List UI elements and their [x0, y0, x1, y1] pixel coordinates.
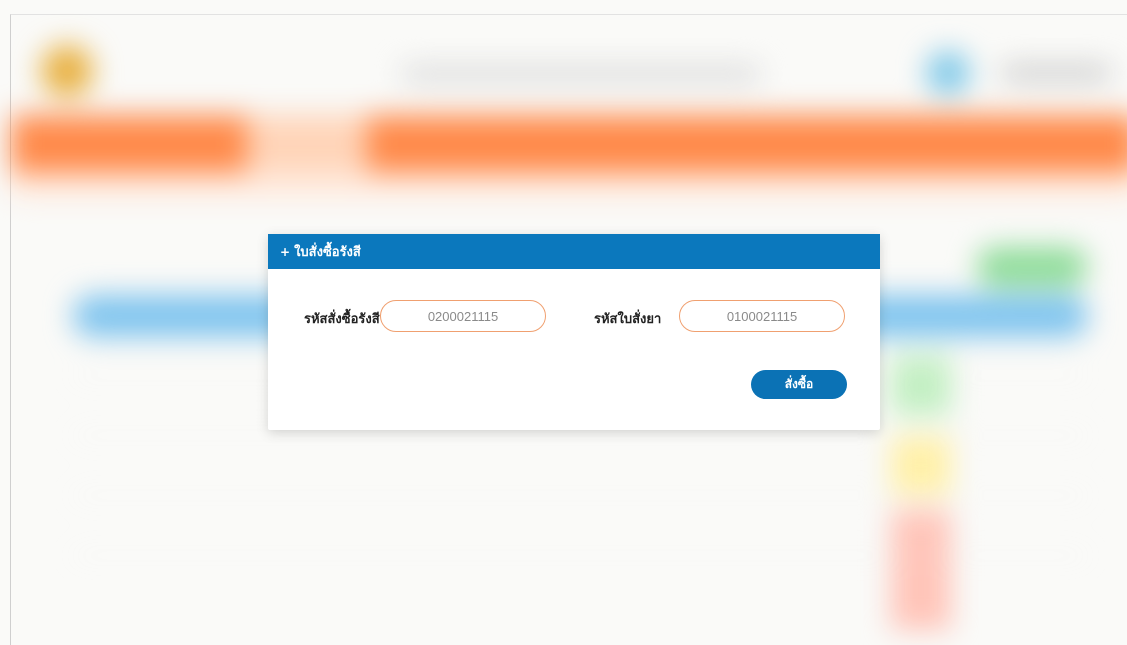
order-code-label: รหัสสั่งซื้อรังสี: [304, 312, 380, 327]
nav-underline: [11, 175, 1127, 197]
table-row-divider: [73, 435, 1088, 436]
user-name-placeholder: [1001, 65, 1111, 81]
top-navigation-bar: [11, 115, 1127, 173]
active-nav-tab: [247, 115, 367, 173]
prescription-code-label: รหัสใบสั่งยา: [594, 312, 662, 327]
order-code-input[interactable]: [380, 300, 546, 332]
plus-icon: +: [280, 244, 291, 259]
status-cell-green: [891, 355, 951, 415]
status-cell-red: [891, 510, 951, 630]
modal-title: ใบสั่งซื้อรังสี: [294, 245, 361, 260]
status-cell-yellow: [891, 435, 951, 495]
table-row-divider: [73, 555, 1088, 556]
app-logo: [41, 45, 93, 97]
purchase-order-modal: + ใบสั่งซื้อรังสี รหัสสั่งซื้อรังสี รหัส…: [268, 234, 880, 430]
form-row: รหัสสั่งซื้อรังสี รหัสใบสั่งยา: [268, 300, 880, 334]
background-action-button: [977, 247, 1087, 287]
modal-header: + ใบสั่งซื้อรังสี: [268, 234, 880, 269]
user-avatar: [926, 51, 970, 95]
order-button[interactable]: สั่งซื้อ: [751, 370, 847, 399]
prescription-code-input[interactable]: [679, 300, 845, 332]
app-title-placeholder: [401, 65, 761, 83]
table-row-divider: [73, 495, 1088, 496]
